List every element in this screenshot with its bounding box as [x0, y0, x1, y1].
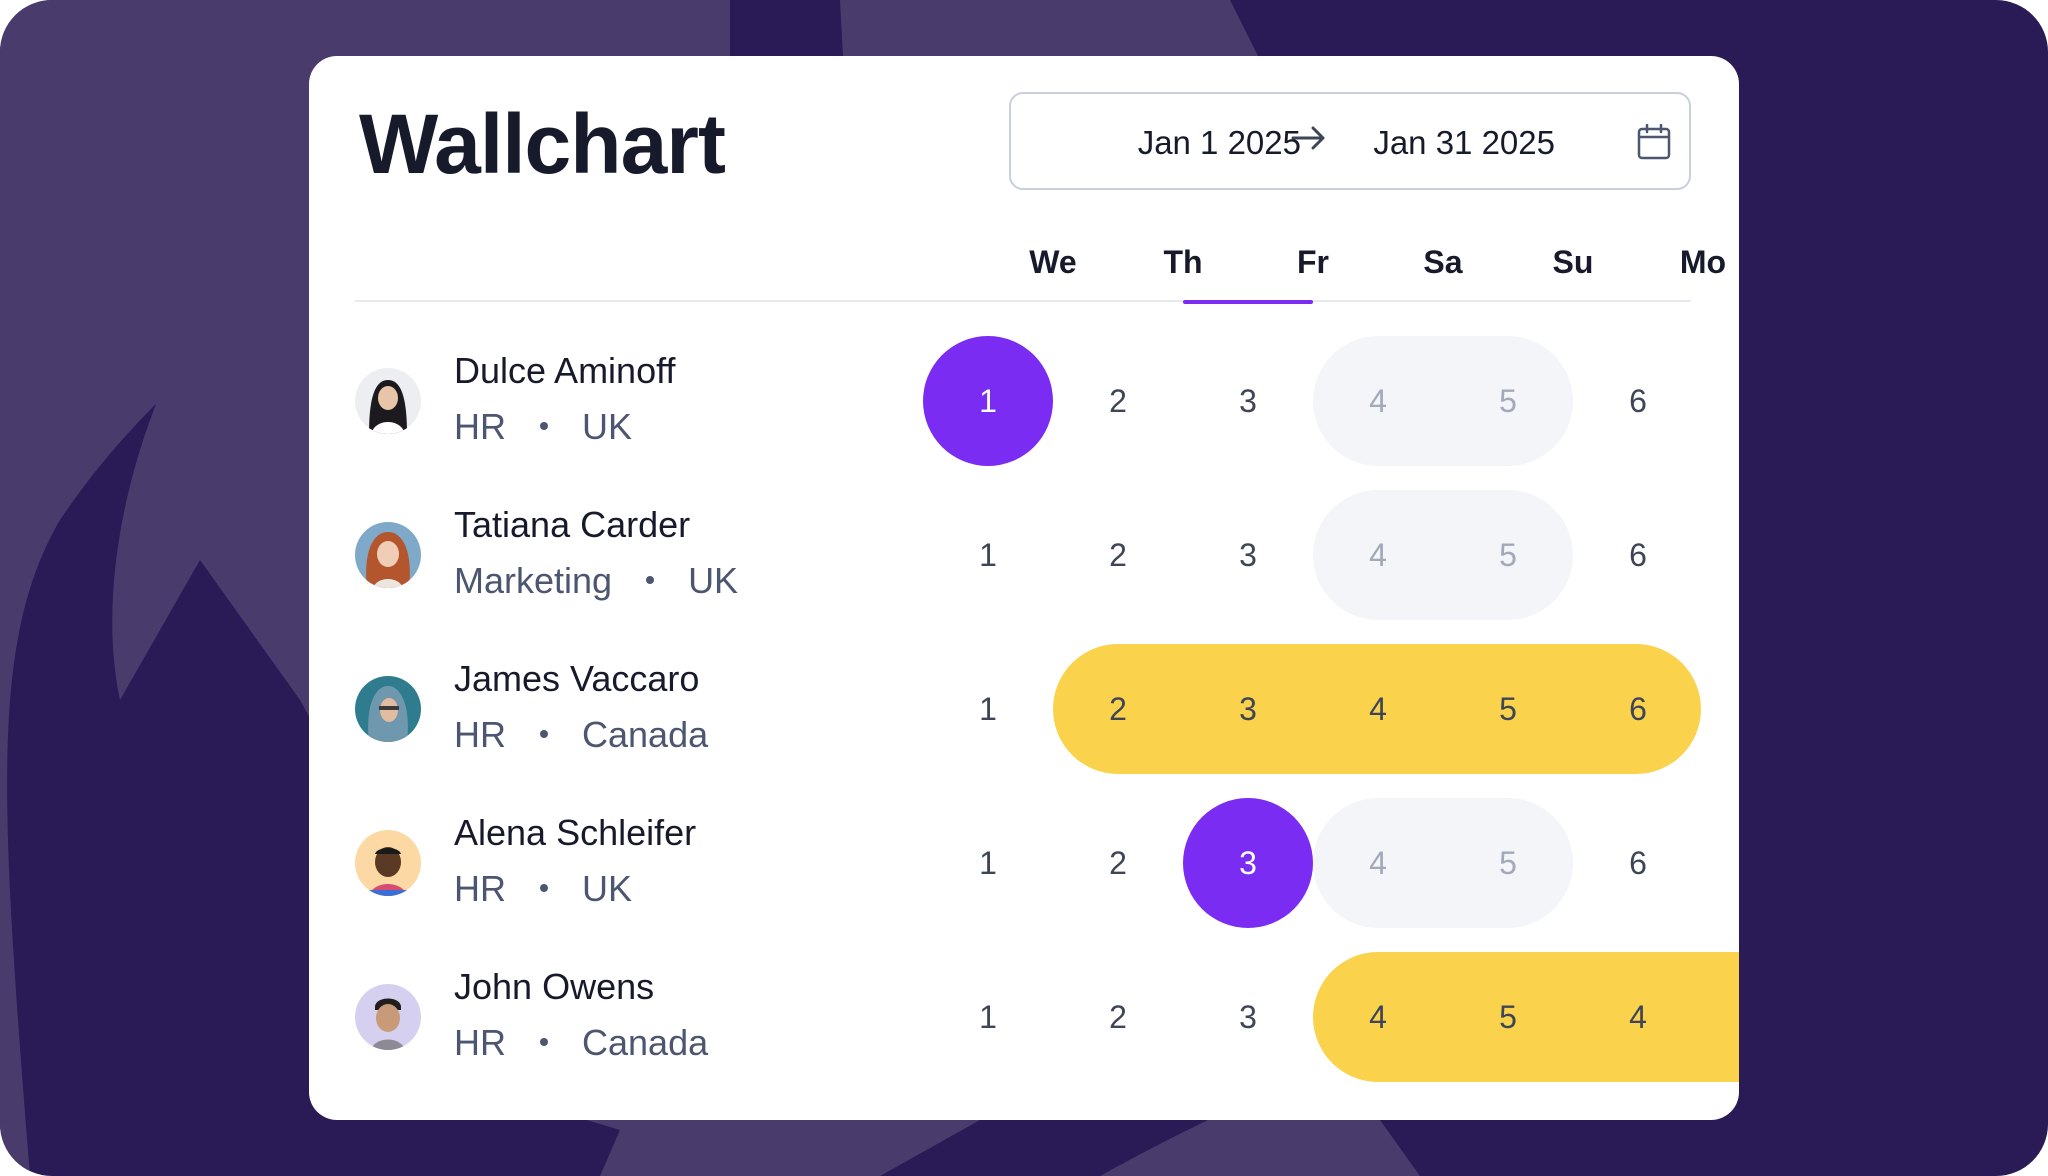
person-name[interactable]: James Vaccaro [454, 658, 699, 700]
person-country: UK [582, 406, 633, 447]
weekday-we[interactable]: We [988, 244, 1118, 281]
person-meta: HR Canada [454, 1022, 708, 1064]
avatar [355, 830, 421, 896]
avatar [355, 984, 421, 1050]
date-to[interactable]: Jan 31 2025 [1341, 124, 1555, 162]
separator-dot [646, 576, 655, 585]
day-cell[interactable]: 1 [923, 490, 1053, 620]
weekday-su[interactable]: Su [1508, 244, 1638, 281]
person-department: HR [454, 1022, 506, 1063]
day-cell[interactable]: 2 [1053, 798, 1183, 928]
person-name[interactable]: John Owens [454, 966, 654, 1008]
person-meta: HR Canada [454, 714, 708, 756]
day-cell[interactable]: 4 [1313, 336, 1443, 466]
day-cell[interactable]: 1 [923, 336, 1053, 466]
day-cell[interactable]: 3 [1183, 336, 1313, 466]
arrow-right-icon [1291, 126, 1325, 150]
separator-dot [540, 730, 548, 739]
header-divider [355, 300, 1691, 302]
day-cell[interactable]: 3 [1183, 952, 1313, 1082]
day-cell[interactable]: 1 [923, 952, 1053, 1082]
day-cell[interactable]: 4 [1313, 644, 1443, 774]
day-cell[interactable]: 3 [1183, 798, 1313, 928]
day-cell[interactable]: 6 [1573, 798, 1703, 928]
day-cell[interactable]: 4 [1573, 952, 1703, 1082]
day-cell[interactable]: 6 [1573, 644, 1703, 774]
day-cell[interactable]: 2 [1053, 336, 1183, 466]
calendar-icon[interactable] [1637, 124, 1671, 160]
day-cell[interactable]: 5 [1443, 644, 1573, 774]
day-cell[interactable]: 2 [1053, 952, 1183, 1082]
day-cell[interactable]: 2 [1053, 490, 1183, 620]
person-department: HR [454, 406, 506, 447]
app-background: Wallchart Jan 1 2025 Jan 31 2025 We Th F… [0, 0, 2048, 1176]
weekday-th[interactable]: Th [1118, 244, 1248, 281]
separator-dot [540, 1038, 548, 1047]
day-cell[interactable]: 5 [1443, 952, 1573, 1082]
day-cell[interactable]: 5 [1443, 336, 1573, 466]
date-range-picker[interactable]: Jan 1 2025 Jan 31 2025 [1009, 92, 1691, 190]
avatar [355, 368, 421, 434]
weekday-fr[interactable]: Fr [1248, 244, 1378, 281]
day-cell[interactable]: 1 [923, 644, 1053, 774]
weekday-mo[interactable]: Mo [1638, 244, 1739, 281]
person-country: Canada [582, 714, 709, 755]
person-country: Canada [582, 1022, 709, 1063]
person-name[interactable]: Alena Schleifer [454, 812, 696, 854]
separator-dot [540, 422, 548, 431]
day-cell[interactable]: 5 [1443, 798, 1573, 928]
avatar [355, 676, 421, 742]
day-cell[interactable]: 6 [1573, 336, 1703, 466]
wallchart-card: Wallchart Jan 1 2025 Jan 31 2025 We Th F… [309, 56, 1739, 1120]
day-cell[interactable]: 5 [1443, 490, 1573, 620]
person-name[interactable]: Tatiana Carder [454, 504, 690, 546]
person-meta: HR UK [454, 868, 632, 910]
weekday-sa[interactable]: Sa [1378, 244, 1508, 281]
day-cell[interactable]: 3 [1183, 644, 1313, 774]
day-cell[interactable]: 1 [923, 798, 1053, 928]
day-cell[interactable]: 6 [1573, 490, 1703, 620]
person-country: UK [582, 868, 633, 909]
person-name[interactable]: Dulce Aminoff [454, 350, 675, 392]
person-department: HR [454, 714, 506, 755]
avatar [355, 522, 421, 588]
separator-dot [540, 884, 548, 893]
person-country: UK [688, 560, 739, 601]
day-cell[interactable]: 3 [1183, 490, 1313, 620]
date-from[interactable]: Jan 1 2025 [1011, 124, 1301, 162]
active-weekday-indicator [1183, 300, 1313, 304]
day-cell[interactable]: 2 [1053, 644, 1183, 774]
person-meta: HR UK [454, 406, 632, 448]
day-cell[interactable]: 4 [1313, 490, 1443, 620]
person-department: HR [454, 868, 506, 909]
day-cell[interactable]: 4 [1313, 952, 1443, 1082]
day-cell[interactable]: 4 [1313, 798, 1443, 928]
person-meta: Marketing UK [454, 560, 738, 602]
person-department: Marketing [454, 560, 613, 601]
page-title: Wallchart [359, 97, 726, 191]
